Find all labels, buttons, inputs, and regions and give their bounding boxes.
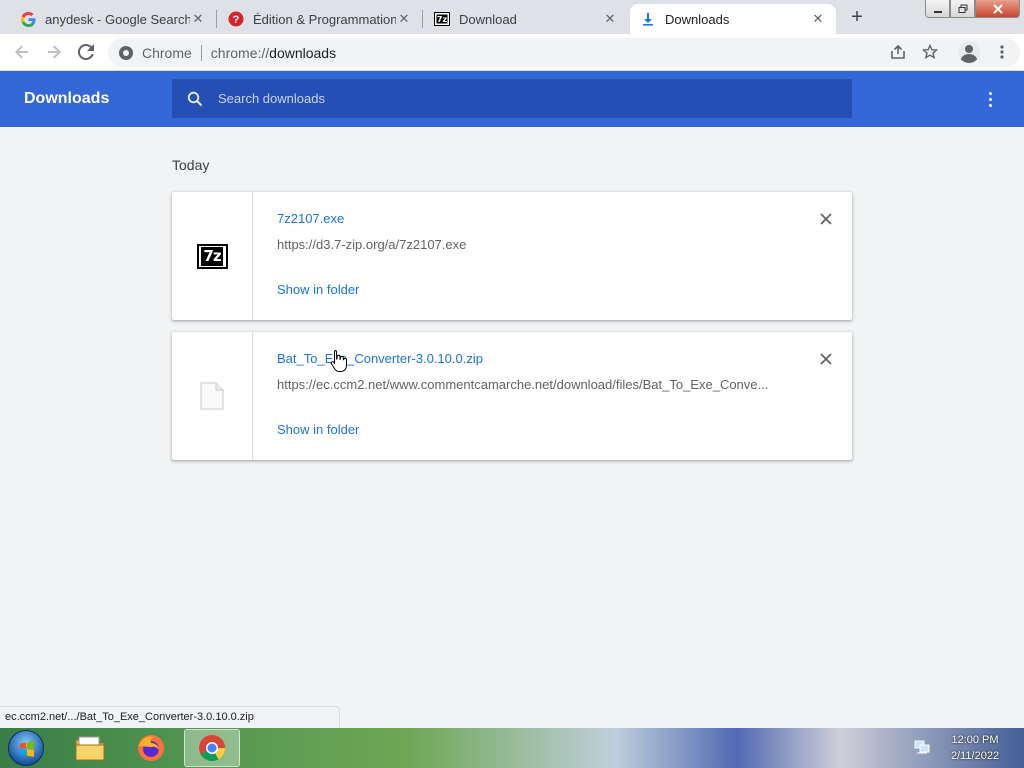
taskbar-chrome-button[interactable] bbox=[184, 729, 240, 767]
more-vert-icon bbox=[1000, 45, 1004, 59]
search-input[interactable] bbox=[218, 91, 818, 106]
status-bar: ec.ccm2.net/.../Bat_To_Exe_Converter-3.0… bbox=[0, 706, 340, 728]
search-bar[interactable] bbox=[172, 79, 852, 118]
forward-arrow-icon bbox=[48, 45, 61, 59]
tab-title: Download bbox=[459, 11, 517, 27]
tab-google-search[interactable]: anydesk - Google Search ✕ bbox=[10, 4, 216, 34]
downloads-list: Today 7z 7z2107.exe https://d3.7-zip.org… bbox=[0, 127, 1024, 728]
7zip-icon: 7z bbox=[434, 11, 450, 27]
address-bar[interactable]: Chrome chrome://downloads bbox=[108, 38, 1020, 67]
tab-download[interactable]: 7z Download ✕ bbox=[424, 4, 628, 34]
tab-title: anydesk - Google Search bbox=[45, 11, 190, 27]
taskbar-explorer-button[interactable] bbox=[62, 729, 118, 767]
clock-date: 2/11/2022 bbox=[950, 750, 1000, 762]
remove-from-list-button[interactable] bbox=[816, 349, 836, 369]
new-tab-button[interactable]: + bbox=[845, 6, 869, 28]
search-icon bbox=[187, 91, 203, 107]
hand-cursor-icon bbox=[330, 350, 347, 372]
close-icon bbox=[820, 213, 832, 225]
show-in-folder-link[interactable]: Show in folder bbox=[277, 282, 359, 297]
more-actions-icon[interactable] bbox=[978, 87, 1002, 111]
close-window-button[interactable] bbox=[975, 0, 1020, 18]
tab-title: Édition & Programmation bbox=[253, 11, 396, 27]
tab-strip: anydesk - Google Search ✕ ? Édition & Pr… bbox=[0, 0, 1024, 34]
ccm-icon: ? bbox=[228, 11, 244, 27]
omnibox-chip: Chrome bbox=[142, 44, 192, 61]
page-title: Downloads bbox=[24, 90, 110, 107]
download-item: 7z 7z2107.exe https://d3.7-zip.org/a/7z2… bbox=[172, 192, 852, 320]
back-arrow-icon bbox=[15, 45, 28, 59]
date-heading: Today bbox=[172, 157, 210, 173]
chrome-icon bbox=[119, 45, 133, 60]
share-button[interactable] bbox=[886, 40, 910, 64]
chrome-menu-button[interactable] bbox=[990, 40, 1014, 64]
share-icon bbox=[891, 44, 905, 59]
tab-separator bbox=[422, 10, 423, 28]
back-button[interactable] bbox=[10, 40, 34, 64]
file-icon bbox=[200, 382, 224, 410]
remove-from-list-button[interactable] bbox=[816, 209, 836, 229]
google-icon bbox=[20, 11, 36, 27]
chrome-icon bbox=[199, 735, 226, 762]
browser-toolbar: Chrome chrome://downloads bbox=[0, 34, 1024, 71]
star-icon bbox=[922, 44, 938, 60]
svg-text:7z: 7z bbox=[437, 15, 448, 24]
downloads-header: Downloads bbox=[0, 71, 1024, 127]
start-button[interactable] bbox=[8, 730, 44, 766]
windows-taskbar: 12:00 PM 2/11/2022 bbox=[0, 728, 1024, 768]
forward-button[interactable] bbox=[42, 40, 66, 64]
windows-explorer-icon bbox=[75, 736, 105, 761]
download-item: Bat_To_Exe_Converter-3.0.10.0.zip https:… bbox=[172, 332, 852, 460]
reload-button[interactable] bbox=[74, 40, 98, 64]
download-filename-link[interactable]: Bat_To_Exe_Converter-3.0.10.0.zip bbox=[277, 351, 483, 366]
reload-icon bbox=[78, 44, 94, 60]
minimize-icon bbox=[933, 10, 942, 13]
url-scheme: chrome:// bbox=[210, 44, 270, 61]
close-tab-icon[interactable]: ✕ bbox=[190, 11, 206, 27]
profile-avatar-icon[interactable] bbox=[958, 41, 980, 63]
windows-logo-icon bbox=[20, 741, 34, 757]
restore-icon bbox=[958, 4, 967, 13]
restore-button[interactable] bbox=[950, 0, 975, 18]
tab-separator bbox=[216, 10, 217, 28]
close-icon bbox=[820, 353, 832, 365]
file-icon-column bbox=[172, 332, 253, 460]
tab-edition-programmation[interactable]: ? Édition & Programmation ✕ bbox=[218, 4, 422, 34]
7zip-icon: 7z bbox=[196, 243, 228, 269]
close-tab-icon[interactable]: ✕ bbox=[810, 11, 826, 27]
download-filename-link[interactable]: 7z2107.exe bbox=[277, 211, 344, 226]
show-in-folder-link[interactable]: Show in folder bbox=[277, 422, 359, 437]
omnibox-separator bbox=[200, 44, 202, 61]
url-host: downloads bbox=[269, 44, 337, 61]
close-tab-icon[interactable]: ✕ bbox=[602, 11, 618, 27]
download-source-url[interactable]: https://ec.ccm2.net/www.commentcamarche.… bbox=[277, 377, 777, 392]
close-icon bbox=[992, 3, 1003, 14]
system-clock[interactable]: 12:00 PM 2/11/2022 bbox=[940, 732, 1010, 764]
taskbar-firefox-button[interactable] bbox=[123, 729, 179, 767]
tab-title: Downloads bbox=[665, 11, 730, 27]
firefox-icon bbox=[138, 735, 164, 761]
tab-downloads[interactable]: Downloads ✕ bbox=[630, 4, 836, 34]
window-controls bbox=[925, 0, 1020, 18]
svg-text:?: ? bbox=[233, 14, 240, 26]
minimize-button[interactable] bbox=[925, 0, 950, 18]
download-icon bbox=[640, 11, 656, 27]
network-icon[interactable] bbox=[914, 740, 930, 754]
bookmark-button[interactable] bbox=[918, 40, 942, 64]
close-tab-icon[interactable]: ✕ bbox=[396, 11, 412, 27]
file-icon-column: 7z bbox=[172, 192, 253, 320]
clock-time: 12:00 PM bbox=[951, 734, 999, 746]
download-source-url[interactable]: https://d3.7-zip.org/a/7z2107.exe bbox=[277, 237, 777, 252]
